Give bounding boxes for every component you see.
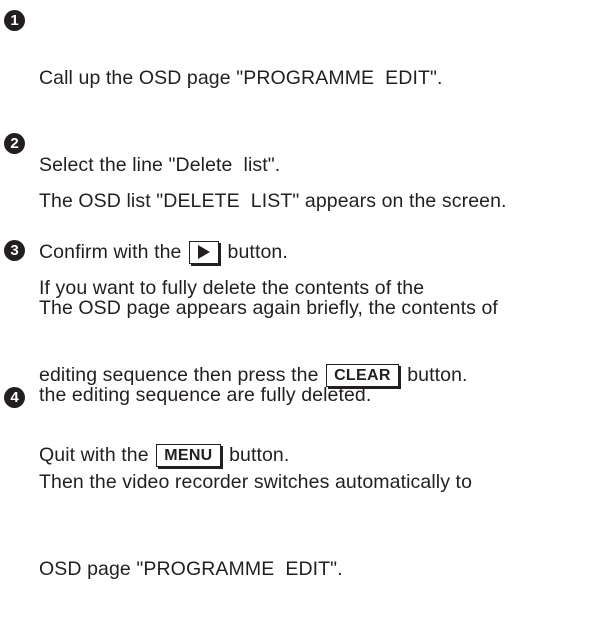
step-line-suffix: button. bbox=[229, 444, 290, 466]
step-number-badge: 2 bbox=[4, 133, 25, 154]
step-line-text: Quit with the bbox=[39, 444, 149, 466]
step-line: OSD page "PROGRAMME EDIT". bbox=[39, 558, 343, 580]
step-text: Quit with the MENU button. bbox=[39, 383, 289, 528]
step-line: Quit with the MENU button. bbox=[39, 441, 289, 470]
step-line: The OSD list "DELETE LIST" appears on th… bbox=[39, 190, 507, 212]
step-line: Call up the OSD page "PROGRAMME EDIT". bbox=[39, 67, 443, 89]
menu-button[interactable]: MENU bbox=[156, 444, 221, 467]
step-line: The OSD page appears again briefly, the … bbox=[39, 297, 498, 319]
step-number-badge: 3 bbox=[4, 240, 25, 261]
step-number-badge: 4 bbox=[4, 387, 25, 408]
step-number-badge: 1 bbox=[4, 10, 25, 31]
